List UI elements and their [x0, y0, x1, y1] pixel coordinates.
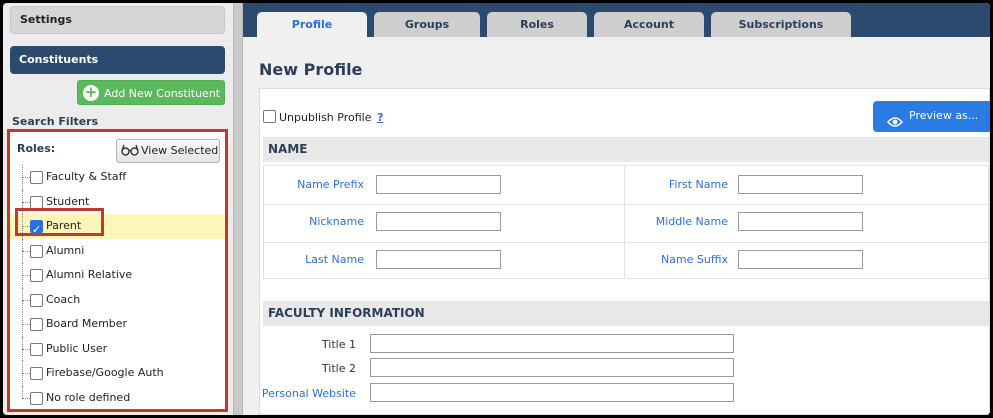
role-item[interactable]: Board Member — [10, 312, 225, 337]
eye-icon — [886, 110, 904, 140]
role-label: Student — [46, 194, 90, 208]
tree-line — [22, 275, 30, 276]
name-suffix-input[interactable] — [738, 250, 863, 269]
personal-website-label: Personal Website — [261, 387, 356, 400]
unpublish-row: Unpublish Profile ? — [263, 110, 383, 124]
panel-splitter[interactable] — [233, 3, 243, 415]
role-label: Alumni Relative — [46, 268, 133, 281]
title-1-input[interactable] — [370, 334, 734, 353]
help-link[interactable]: ? — [377, 111, 383, 124]
roles-heading: Roles: — [17, 142, 56, 155]
nickname-input[interactable] — [376, 212, 501, 231]
tree-line — [22, 201, 30, 203]
preview-as-button[interactable]: Preview as... — [873, 101, 990, 132]
role-label: Board Member — [46, 317, 128, 330]
role-item[interactable]: Faculty & Staff — [10, 165, 225, 190]
title-1-label: Title 1 — [321, 338, 356, 351]
tab-bar: Profile Groups Roles Account Subscriptio… — [243, 3, 990, 37]
first-name-input[interactable] — [738, 175, 863, 194]
last-name-input[interactable] — [376, 250, 501, 269]
settings-button[interactable]: Settings — [10, 6, 225, 34]
role-checkbox[interactable] — [30, 318, 43, 331]
unpublish-checkbox[interactable] — [263, 110, 276, 123]
tree-line — [22, 397, 30, 399]
view-selected-button[interactable]: View Selected — [116, 139, 220, 163]
role-label: Parent — [46, 219, 82, 232]
faculty-section-header: FACULTY INFORMATION — [263, 301, 989, 326]
name-prefix-label: Name Prefix — [297, 178, 364, 191]
plus-circle-icon: + — [83, 83, 99, 101]
tree-line — [22, 226, 30, 227]
app-window: Settings Constituents + Add New Constitu… — [3, 3, 990, 415]
grid-divider — [264, 204, 988, 205]
role-item[interactable]: No role defined — [10, 385, 225, 411]
role-label: Firebase/Google Auth — [46, 366, 164, 379]
glasses-icon — [121, 143, 139, 165]
role-item[interactable]: Coach — [10, 287, 225, 312]
tree-line — [22, 348, 30, 350]
profile-form: Unpublish Profile ? Preview as... NAME N… — [259, 88, 990, 415]
roles-tree: Faculty & Staff Student ✓ Parent Alumni Alumn… — [10, 165, 225, 410]
role-checkbox[interactable] — [30, 244, 43, 258]
tree-line — [22, 385, 23, 398]
tab-subscriptions[interactable]: Subscriptions — [711, 12, 851, 37]
tree-line — [22, 324, 30, 325]
last-name-label: Last Name — [305, 253, 364, 266]
add-new-constituent-button[interactable]: + Add New Constituent — [77, 80, 225, 105]
grid-divider — [624, 166, 625, 278]
role-item[interactable]: Firebase/Google Auth — [10, 361, 225, 386]
middle-name-label: Middle Name — [655, 215, 728, 228]
role-label: No role defined — [46, 390, 131, 404]
name-section-header: NAME — [263, 137, 989, 162]
role-label: Alumni — [46, 243, 85, 257]
title-2-input[interactable] — [370, 358, 734, 377]
name-suffix-label: Name Suffix — [660, 253, 728, 266]
name-fields-grid: Name Prefix First Name Nickname Middle N… — [263, 165, 989, 279]
personal-website-input[interactable] — [370, 383, 734, 402]
tree-line — [22, 177, 30, 178]
title-2-label: Title 2 — [321, 362, 356, 375]
role-checkbox[interactable] — [30, 367, 43, 380]
role-label: Public User — [46, 341, 108, 355]
role-checkbox[interactable] — [30, 171, 43, 184]
role-label: Faculty & Staff — [46, 170, 127, 183]
page-title: New Profile — [259, 60, 363, 79]
role-checkbox[interactable] — [30, 391, 43, 405]
tree-line — [22, 250, 30, 252]
view-selected-label: View Selected — [141, 144, 219, 157]
name-prefix-input[interactable] — [376, 175, 501, 194]
add-new-constituent-label: Add New Constituent — [104, 87, 221, 100]
grid-divider — [264, 242, 988, 243]
role-label: Coach — [46, 292, 81, 306]
role-checkbox[interactable] — [30, 195, 43, 209]
main-content: Profile Groups Roles Account Subscriptio… — [243, 3, 990, 415]
role-checkbox[interactable] — [30, 293, 43, 307]
tab-roles[interactable]: Roles — [487, 12, 587, 37]
preview-as-label: Preview as... — [909, 109, 979, 122]
tree-line — [22, 299, 30, 301]
role-checkbox[interactable]: ✓ — [30, 220, 43, 236]
first-name-label: First Name — [668, 178, 728, 191]
search-filters-heading: Search Filters — [12, 115, 99, 128]
role-item[interactable]: Student — [10, 189, 225, 214]
tab-account[interactable]: Account — [594, 12, 704, 37]
tab-groups[interactable]: Groups — [374, 12, 480, 37]
tab-profile[interactable]: Profile — [257, 12, 367, 37]
roles-filter-panel: Roles: View Selected Faculty & Staff Stud… — [7, 129, 228, 412]
sidebar: Settings Constituents + Add New Constitu… — [3, 3, 233, 415]
tree-line — [22, 373, 30, 374]
middle-name-input[interactable] — [738, 212, 863, 231]
nickname-label: Nickname — [309, 215, 364, 228]
role-item[interactable]: ✓ Parent — [10, 214, 225, 239]
unpublish-label: Unpublish Profile — [279, 111, 372, 124]
role-checkbox[interactable] — [30, 342, 43, 356]
role-checkbox[interactable] — [30, 269, 43, 282]
constituents-button[interactable]: Constituents — [10, 46, 225, 74]
role-item[interactable]: Alumni Relative — [10, 263, 225, 288]
role-item[interactable]: Alumni — [10, 238, 225, 263]
role-item[interactable]: Public User — [10, 336, 225, 361]
